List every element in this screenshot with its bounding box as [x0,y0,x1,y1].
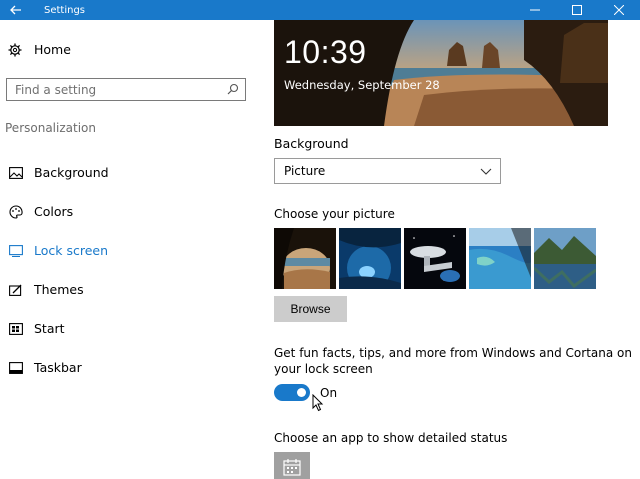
fun-facts-label: Get fun facts, tips, and more from Windo… [274,346,632,376]
main-content: 10:39 Wednesday, September 28 Background… [274,20,640,479]
minimize-icon [530,9,540,11]
lock-screen-preview: 10:39 Wednesday, September 28 [274,20,608,126]
sidebar-item-taskbar[interactable]: Taskbar [0,348,260,387]
preview-date: Wednesday, September 28 [284,78,440,92]
home-label: Home [34,42,71,57]
themes-icon [8,283,24,297]
maximize-icon [572,5,582,15]
picture-icon [8,166,24,180]
picture-thumbnail[interactable] [404,228,466,289]
search-placeholder: Find a setting [15,82,97,97]
close-icon [614,5,624,15]
section-label: Personalization [5,121,96,135]
window-title: Settings [44,4,86,16]
sidebar-item-label: Background [34,165,109,180]
sidebar: Home Find a setting Personalization Back… [0,20,260,479]
detailed-status-app-button[interactable] [274,452,310,479]
background-label: Background [274,136,349,151]
sidebar-item-label: Themes [34,282,84,297]
gear-icon [8,43,22,57]
taskbar-icon [8,361,24,375]
palette-icon [8,204,24,219]
search-icon [227,83,239,95]
browse-button[interactable]: Browse [274,296,347,322]
picture-thumbnail[interactable] [339,228,401,289]
choose-picture-label: Choose your picture [274,207,395,221]
picture-thumbnail[interactable] [534,228,596,289]
preview-time: 10:39 [284,34,367,70]
picture-thumbnails [274,228,596,289]
sidebar-item-background[interactable]: Background [0,153,260,192]
search-input[interactable]: Find a setting [6,78,246,101]
detailed-status-label: Choose an app to show detailed status [274,431,508,445]
background-dropdown-value: Picture [284,164,326,178]
chevron-down-icon [480,168,492,175]
sidebar-item-label: Lock screen [34,243,109,258]
sidebar-item-label: Start [34,321,65,336]
picture-thumbnail[interactable] [469,228,531,289]
sidebar-item-lock-screen[interactable]: Lock screen [0,231,260,270]
lock-screen-icon [8,244,24,258]
back-arrow-icon [10,5,21,15]
fun-facts-toggle-row: On [274,384,337,401]
calendar-icon [283,459,301,476]
close-button[interactable] [598,0,640,20]
mouse-cursor-icon [312,394,324,412]
sidebar-item-start[interactable]: Start [0,309,260,348]
background-dropdown[interactable]: Picture [274,158,501,184]
home-link[interactable]: Home [8,42,71,57]
title-bar: Settings [0,0,640,20]
sidebar-item-colors[interactable]: Colors [0,192,260,231]
fun-facts-toggle[interactable] [274,384,310,401]
toggle-knob [297,388,306,397]
start-icon [8,322,24,336]
back-button[interactable] [0,0,32,20]
sidebar-item-label: Colors [34,204,74,219]
maximize-button[interactable] [556,0,598,20]
sidebar-item-themes[interactable]: Themes [0,270,260,309]
sidebar-item-label: Taskbar [34,360,82,375]
minimize-button[interactable] [514,0,556,20]
nav-list: Background Colors Lock screen Themes Sta… [0,153,260,387]
picture-thumbnail[interactable] [274,228,336,289]
